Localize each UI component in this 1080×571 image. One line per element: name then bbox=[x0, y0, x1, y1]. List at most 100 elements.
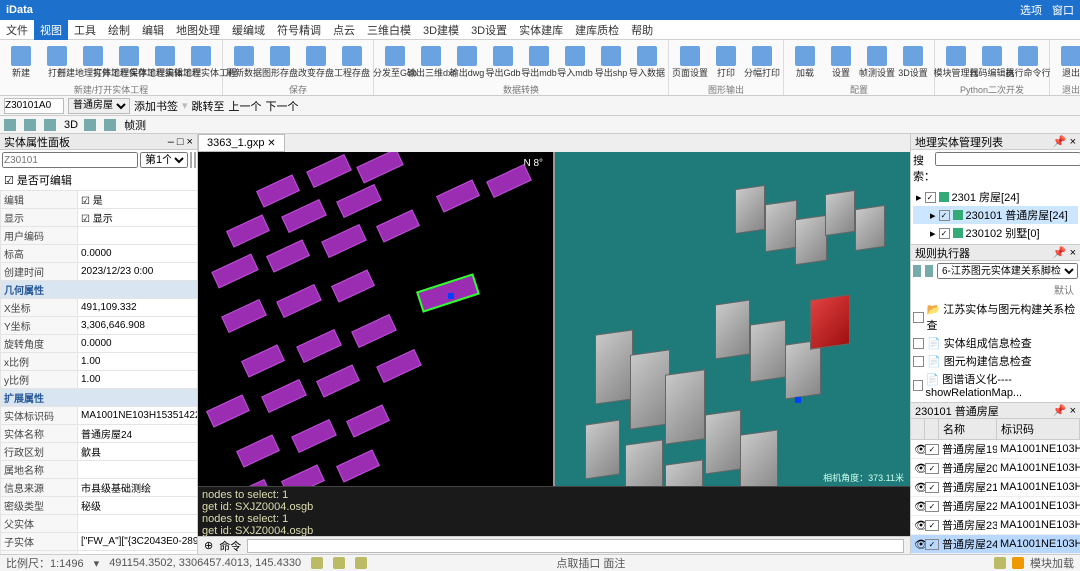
building-3d[interactable] bbox=[585, 420, 620, 480]
doc-tab[interactable]: 3363_1.gxp ✕ bbox=[198, 134, 285, 152]
prop-row[interactable]: 密级类型秘级 bbox=[1, 497, 198, 515]
3d-viewport[interactable]: 相机角度：373.11米 bbox=[553, 152, 910, 486]
ribbon-button[interactable]: 设置 bbox=[824, 42, 858, 82]
prop-search-input[interactable] bbox=[2, 152, 138, 168]
menu-item[interactable]: 工具 bbox=[68, 20, 102, 40]
menu-item[interactable]: 绘制 bbox=[102, 20, 136, 40]
building-2d[interactable] bbox=[376, 209, 420, 242]
ribbon-button[interactable]: 刷新数据 bbox=[227, 42, 261, 82]
prop-row[interactable]: 实体名称普通房屋24 bbox=[1, 425, 198, 443]
building-2d[interactable] bbox=[351, 314, 397, 348]
tree-node[interactable]: ▸ ✓ 230102 别墅[0] bbox=[913, 224, 1078, 242]
building-2d[interactable] bbox=[256, 174, 300, 207]
prop-go-button[interactable] bbox=[190, 152, 192, 168]
prop-row[interactable]: 创建时间2023/12/23 0:00 bbox=[1, 263, 198, 281]
prop-row[interactable]: 旋转角度0.0000 bbox=[1, 335, 198, 353]
rule-item[interactable]: 📄 实体组成信息检查 bbox=[913, 334, 1078, 352]
module-load-icon[interactable] bbox=[1012, 557, 1024, 569]
building-2d[interactable] bbox=[306, 154, 352, 188]
ribbon-button[interactable]: 图形存盘 bbox=[263, 42, 297, 82]
prop-row[interactable]: 信息来源市县级基础测绘 bbox=[1, 479, 198, 497]
output-console[interactable]: nodes to select: 1get id: SXJZ0004.osgbn… bbox=[198, 486, 910, 536]
building-2d[interactable] bbox=[316, 364, 360, 397]
building-2d[interactable] bbox=[206, 394, 250, 427]
ribbon-button[interactable]: 页面设置 bbox=[673, 42, 707, 82]
building-2d[interactable] bbox=[211, 254, 258, 289]
prop-row[interactable]: y比例1.00 bbox=[1, 371, 198, 389]
ribbon-button[interactable]: 分幅打印 bbox=[745, 42, 779, 82]
ribbon-button[interactable]: 导入mdb bbox=[558, 42, 592, 82]
building-2d[interactable] bbox=[221, 299, 267, 333]
building-2d[interactable] bbox=[276, 284, 322, 318]
ribbon-button[interactable]: 打印 bbox=[709, 42, 743, 82]
prop-row[interactable]: 属地名称 bbox=[1, 461, 198, 479]
menu-item[interactable]: 点云 bbox=[327, 20, 361, 40]
entity-tree[interactable]: ▸ ✓ 2301 房屋[24]▸ ✓ 230101 普通房屋[24]▸ ✓ 23… bbox=[911, 186, 1080, 244]
code-input[interactable] bbox=[4, 98, 64, 114]
prop-row[interactable]: 几何属性 bbox=[1, 281, 198, 299]
entity-list[interactable]: 👁✓普通房屋2MA1001NE103H1535...👁✓普通房屋3MA1001N… bbox=[911, 440, 1080, 554]
building-2d[interactable] bbox=[321, 224, 367, 258]
building-2d[interactable] bbox=[336, 449, 380, 482]
prop-row[interactable]: 显示☑ 显示 bbox=[1, 209, 198, 227]
building-2d[interactable] bbox=[226, 479, 272, 486]
prop-row[interactable]: 编辑☑ 是 bbox=[1, 191, 198, 209]
layer-select[interactable]: 普通房屋 bbox=[68, 98, 130, 114]
building-2d[interactable] bbox=[296, 329, 342, 363]
status-icon[interactable] bbox=[311, 557, 323, 569]
prop-row[interactable]: 实体标识码MA1001NE103H15351422... bbox=[1, 407, 198, 425]
tree-node[interactable]: ▸ ✓ 2301 房屋[24] bbox=[913, 188, 1078, 206]
rule-item[interactable]: 📄 图谱语义化----showRelationMap... bbox=[913, 370, 1078, 400]
building-3d[interactable] bbox=[795, 215, 827, 265]
prop-row[interactable]: 子实体["FW_A"]["{3C2043E0-2897-... bbox=[1, 533, 198, 551]
editable-checkbox[interactable]: ☑ 是否可编辑 bbox=[4, 175, 72, 187]
tool-icon[interactable] bbox=[84, 119, 96, 131]
building-3d[interactable] bbox=[855, 205, 885, 251]
building-2d[interactable] bbox=[336, 184, 382, 218]
ribbon-button[interactable]: 改变存盘 bbox=[299, 42, 333, 82]
building-2d[interactable] bbox=[436, 179, 480, 212]
rule-item[interactable]: 📄 图元构建信息检查 bbox=[913, 352, 1078, 370]
building-3d[interactable] bbox=[825, 190, 855, 236]
prop-row[interactable]: 行政区划歙县 bbox=[1, 443, 198, 461]
building-3d[interactable] bbox=[595, 329, 633, 404]
building-3d-selected[interactable] bbox=[810, 294, 850, 350]
rule-run-icon[interactable] bbox=[913, 265, 921, 277]
tool-icon[interactable] bbox=[4, 119, 16, 131]
menu-item[interactable]: 三维白模 bbox=[361, 20, 417, 40]
menu-item[interactable]: 视图 bbox=[34, 20, 68, 40]
building-3d[interactable] bbox=[665, 459, 703, 486]
list-item[interactable]: 👁✓普通房屋20MA1001NE103H1535... bbox=[911, 459, 1080, 478]
property-grid[interactable]: 编辑☑ 是显示☑ 显示用户编码标高0.0000创建时间2023/12/23 0:… bbox=[0, 190, 197, 554]
prop-row[interactable]: 父实体 bbox=[1, 515, 198, 533]
ribbon-button[interactable]: 新建 bbox=[4, 42, 38, 82]
tree-search-input[interactable] bbox=[935, 152, 1080, 166]
prop-row[interactable]: x比例1.00 bbox=[1, 353, 198, 371]
building-2d[interactable] bbox=[236, 434, 280, 467]
menu-item[interactable]: 文件 bbox=[0, 20, 34, 40]
building-2d[interactable] bbox=[281, 464, 325, 486]
module-load-label[interactable]: 模块加载 bbox=[1030, 555, 1074, 571]
prop-row[interactable]: X坐标491,109.332 bbox=[1, 299, 198, 317]
building-3d[interactable] bbox=[665, 369, 705, 445]
building-3d[interactable] bbox=[765, 200, 797, 252]
ribbon-button[interactable]: 输出dwg bbox=[450, 42, 484, 82]
list-item[interactable]: 👁✓普通房屋24MA1001NE103H1535... bbox=[911, 535, 1080, 554]
ribbon-button[interactable]: 导入数据 bbox=[630, 42, 664, 82]
rule-list[interactable]: 📂 江苏实体与图元构建关系检查 📄 实体组成信息检查 📄 图元构建信息检查 📄 … bbox=[911, 298, 1080, 402]
status-icon[interactable] bbox=[333, 557, 345, 569]
rule-item[interactable]: 📂 江苏实体与图元构建关系检查 bbox=[913, 300, 1078, 334]
tree-node[interactable]: ▸ ✓ 230101 普通房屋[24] bbox=[913, 206, 1078, 224]
menu-item[interactable]: 3D建模 bbox=[417, 20, 465, 40]
ribbon-button[interactable]: 3D设置 bbox=[896, 42, 930, 82]
prop-row[interactable]: 扩展属性 bbox=[1, 389, 198, 407]
ribbon-button[interactable]: 模块管理器 bbox=[939, 42, 973, 82]
ribbon-button[interactable]: 退出 bbox=[1054, 42, 1080, 82]
building-3d[interactable] bbox=[735, 185, 765, 234]
building-2d[interactable] bbox=[241, 344, 285, 377]
menu-item[interactable]: 地图处理 bbox=[170, 20, 226, 40]
list-item[interactable]: 👁✓普通房屋23MA1001NE103H1535... bbox=[911, 516, 1080, 535]
ribbon-button[interactable]: 帧测设置 bbox=[860, 42, 894, 82]
status-icon[interactable] bbox=[994, 557, 1006, 569]
building-2d[interactable] bbox=[331, 269, 375, 302]
